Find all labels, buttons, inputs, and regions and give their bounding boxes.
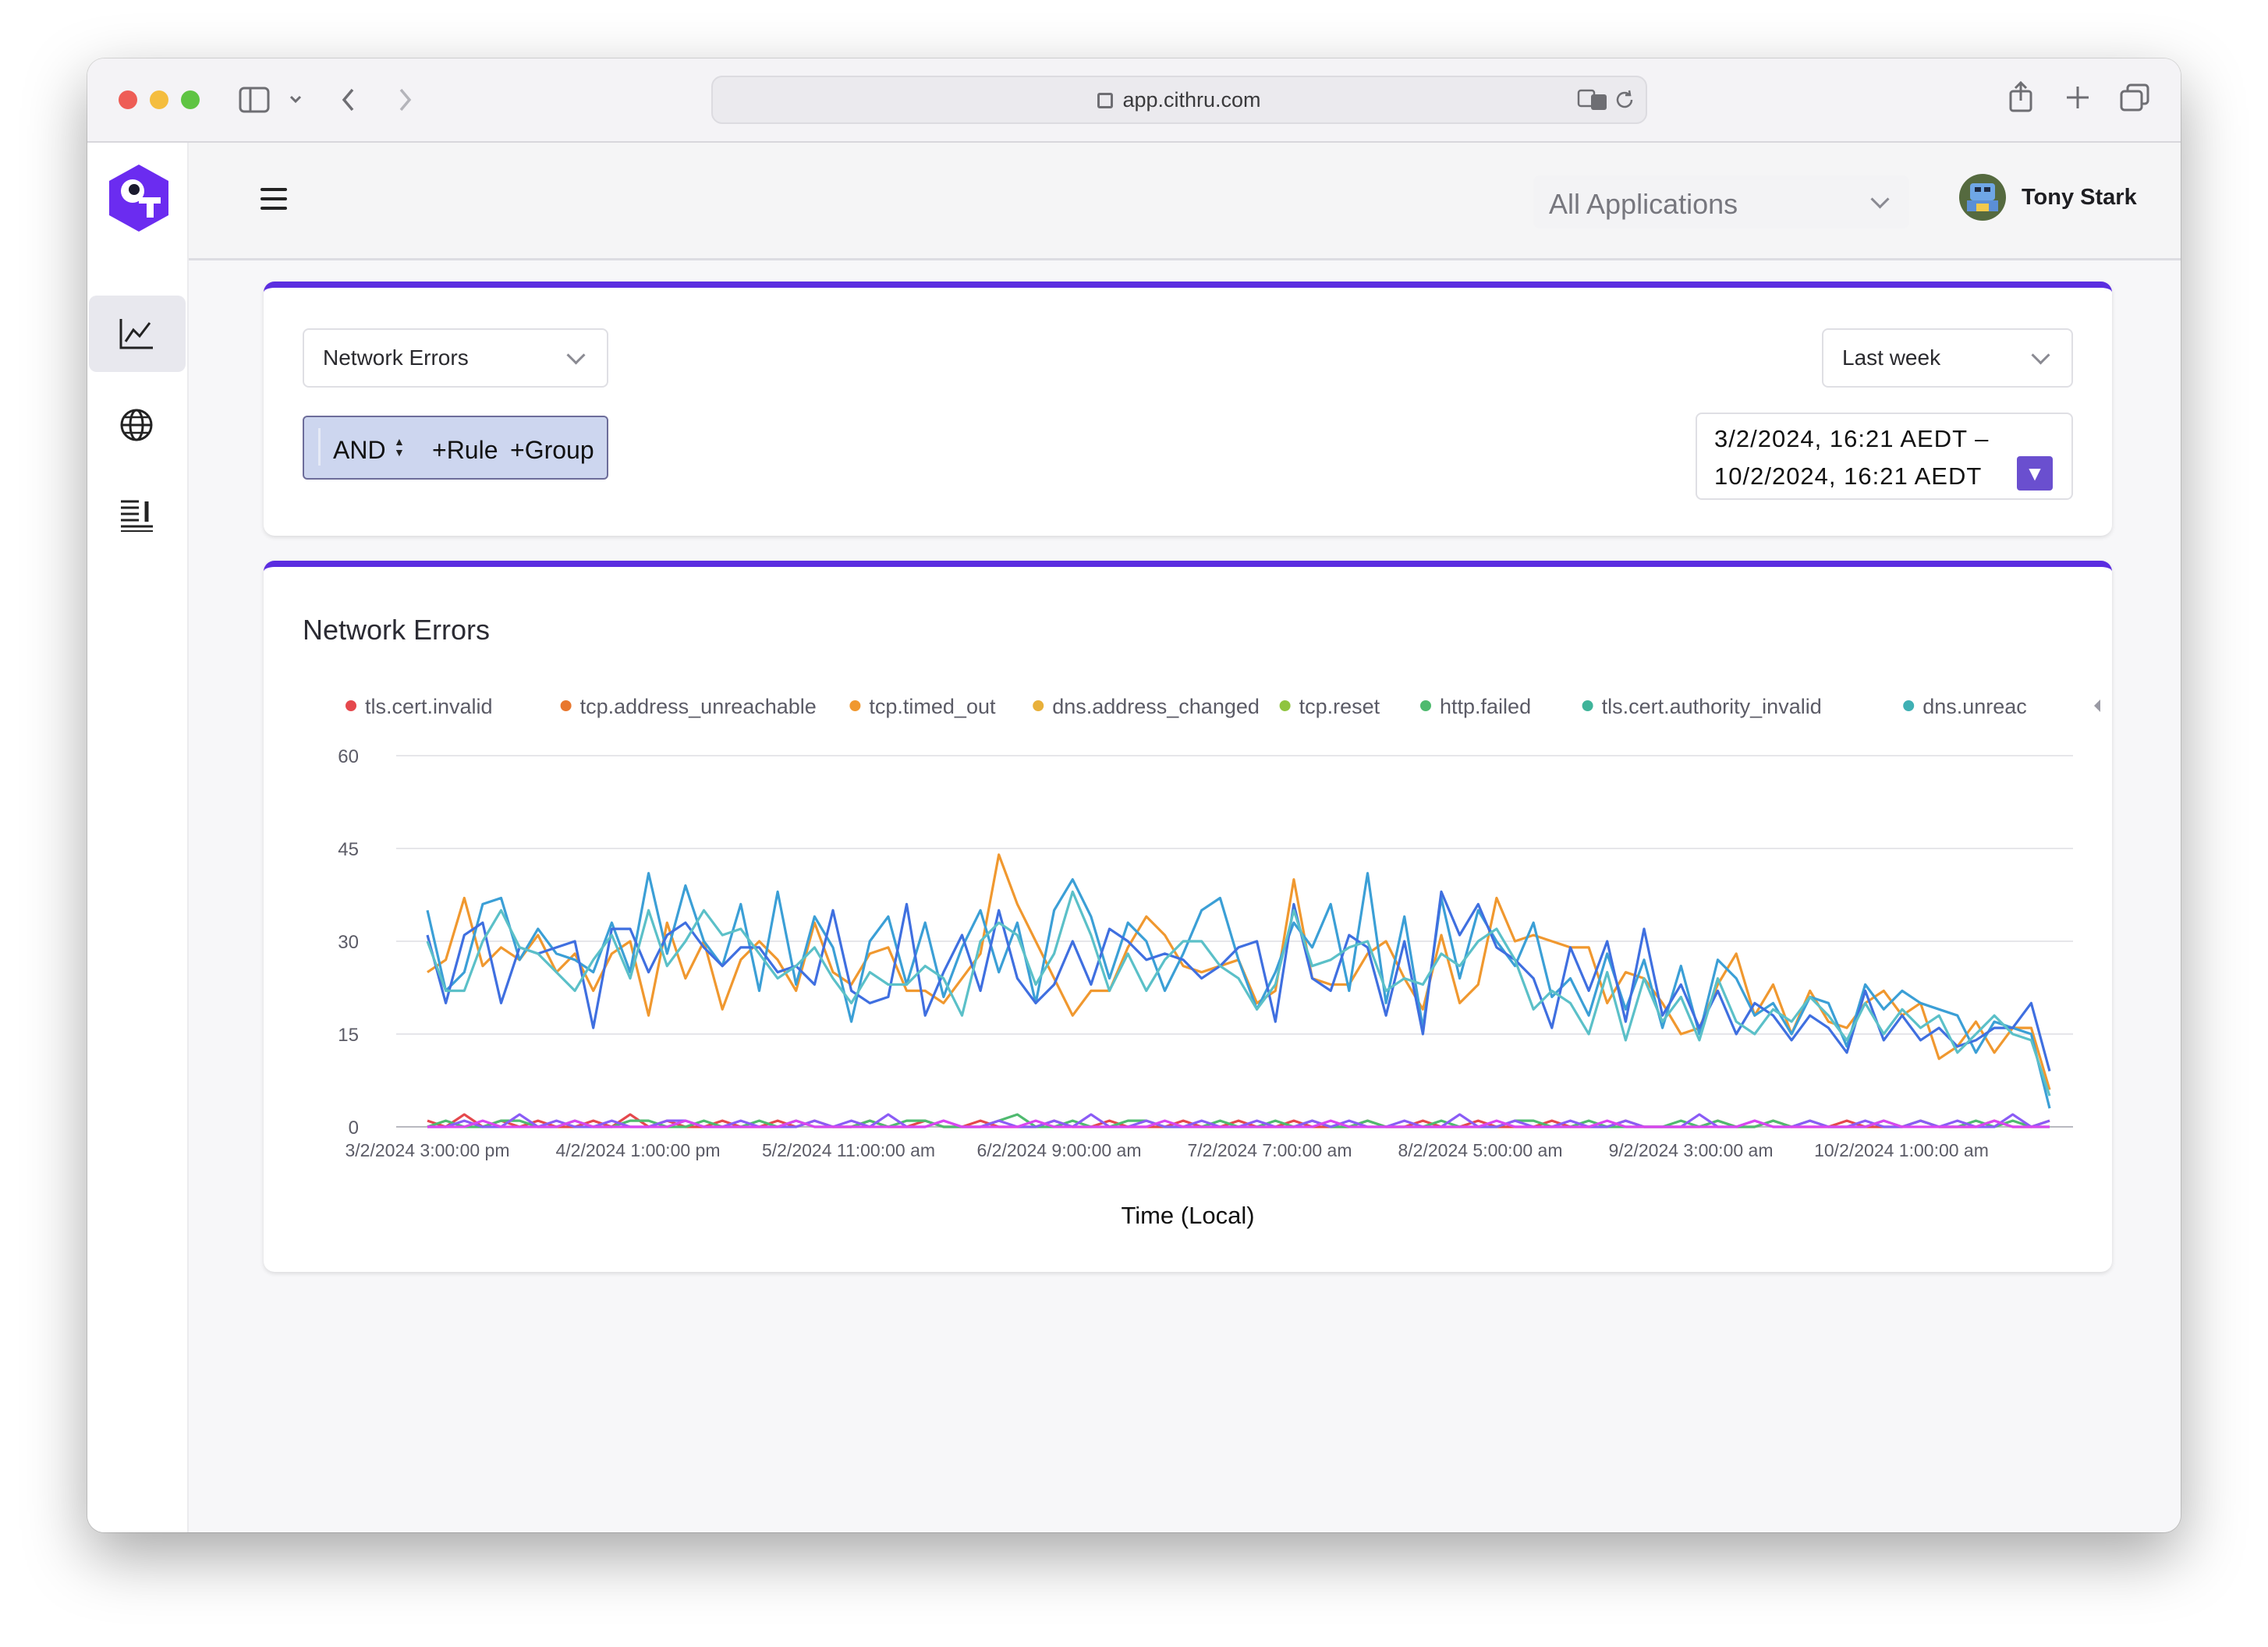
time-range-select[interactable]: Last week [1822,328,2073,388]
date-range-picker[interactable]: 3/2/2024, 16:21 AEDT – 10/2/2024, 16:21 … [1696,413,2073,500]
application-select-label: All Applications [1549,188,1738,220]
globe-icon [120,409,153,441]
chevron-down-icon[interactable] [289,94,303,105]
reload-icon[interactable] [1613,88,1636,112]
legend-label[interactable]: dns.unreac [1922,695,2027,718]
series-line [426,872,2051,1109]
legend-marker [560,700,572,711]
filter-card: Network Errors AND ▲ ▼ +Rule +Group Last … [264,282,2112,536]
new-tab-icon[interactable] [2065,85,2090,110]
legend-marker [346,700,356,711]
chevron-down-icon [566,345,586,365]
date-range-end: 10/2/2024, 16:21 AEDT [1714,462,1983,490]
add-group-button[interactable]: +Group [510,436,594,465]
chevron-down-icon [2031,345,2050,365]
add-rule-button[interactable]: +Rule [432,436,498,465]
line-chart-icon [119,319,153,349]
x-tick-label: 7/2/2024 7:00:00 am [1188,1140,1352,1160]
legend-marker [1903,700,1915,711]
metric-select-label: Network Errors [323,345,469,370]
lock-icon [1097,93,1114,108]
browser-titlebar: app.cithru.com [87,58,2181,143]
y-tick-label: 30 [338,932,359,953]
avatar-image-icon [1967,183,1998,211]
address-bar[interactable]: app.cithru.com [711,76,1647,124]
x-tick-label: 4/2/2024 1:00:00 pm [556,1140,721,1160]
log-list-icon [121,500,153,532]
operator-select[interactable]: AND ▲ ▼ [318,428,413,466]
sidebar-item-metrics[interactable] [89,296,186,372]
legend-label[interactable]: tcp.address_unreachable [580,695,817,718]
back-icon[interactable] [340,87,357,113]
legend-marker [1582,700,1593,711]
date-range-start: 3/2/2024, 16:21 AEDT – [1714,425,1990,452]
metric-select[interactable]: Network Errors [303,328,608,388]
legend-label[interactable]: dns.address_changed [1052,695,1260,718]
legend-label[interactable]: tls.cert.authority_invalid [1602,695,1822,718]
legend-prev-icon [2094,700,2100,712]
series-line [426,890,2051,1096]
x-tick-label: 9/2/2024 3:00:00 am [1609,1140,1774,1160]
x-tick-label: 6/2/2024 9:00:00 am [977,1140,1142,1160]
y-tick-label: 15 [338,1025,359,1046]
y-tick-label: 45 [338,839,359,860]
cithru-logo-icon[interactable] [108,163,170,233]
url-label: app.cithru.com [1122,88,1261,112]
forward-icon[interactable] [396,87,413,113]
legend-label[interactable]: tls.cert.invalid [365,695,493,718]
application-select[interactable]: All Applications [1533,175,1909,228]
time-range-select-label: Last week [1842,345,1941,370]
chevron-down-icon [1870,189,1890,209]
legend-label[interactable]: http.failed [1440,695,1531,718]
series-line [427,853,2051,1090]
tab-overview-icon[interactable] [2120,83,2149,112]
x-tick-label: 10/2/2024 1:00:00 am [1814,1140,1989,1160]
updown-arrows-icon: ▲ ▼ [394,435,405,459]
chart-legend: tls.cert.invalid tcp.address_unreachable t… [346,695,2027,718]
share-icon[interactable] [2008,80,2034,113]
x-axis-label: Time (Local) [1121,1202,1254,1229]
legend-marker [1279,700,1291,711]
x-tick-label: 3/2/2024 3:00:00 pm [346,1140,510,1160]
sidebar-toggle-icon[interactable] [239,87,270,113]
date-picker-button[interactable]: ▼ [2017,456,2053,491]
legend-marker [1420,700,1431,711]
legend-marker [1033,700,1044,711]
query-builder: AND ▲ ▼ +Rule +Group [303,416,608,480]
avatar[interactable] [1959,174,2006,221]
legend-label[interactable]: tcp.reset [1299,695,1380,718]
main-content: All Applications Tony Stark Network Erro… [189,143,2181,1532]
close-window-button[interactable] [119,90,137,109]
x-tick-label: 8/2/2024 5:00:00 am [1398,1140,1563,1160]
line-chart: tls.cert.invalid tcp.address_unreachable t… [338,695,2100,1229]
menu-icon[interactable] [260,188,287,216]
operator-select-label: AND [333,436,386,464]
y-tick-label: 60 [338,746,359,767]
y-tick-label: 0 [349,1117,359,1139]
browser-window: app.cithru.com All Applications Tony Sta… [87,58,2181,1532]
translate-icon[interactable] [1577,88,1608,112]
minimize-window-button[interactable] [150,90,168,109]
user-name[interactable]: Tony Stark [2022,185,2137,211]
legend-label[interactable]: tcp.timed_out [869,695,996,718]
legend-marker [849,700,861,711]
sidebar-item-network[interactable] [89,386,186,462]
chart-card: Network Errors tls.cert.invalid tcp.addre… [264,561,2112,1272]
sidebar [87,143,189,1532]
x-tick-label: 5/2/2024 11:00:00 am [762,1140,935,1160]
sidebar-item-logs[interactable] [89,476,186,553]
address-bar-text: app.cithru.com [713,88,1646,112]
top-header: All Applications Tony Stark [189,143,2181,260]
series-line [426,890,2051,1072]
zoom-window-button[interactable] [181,90,200,109]
